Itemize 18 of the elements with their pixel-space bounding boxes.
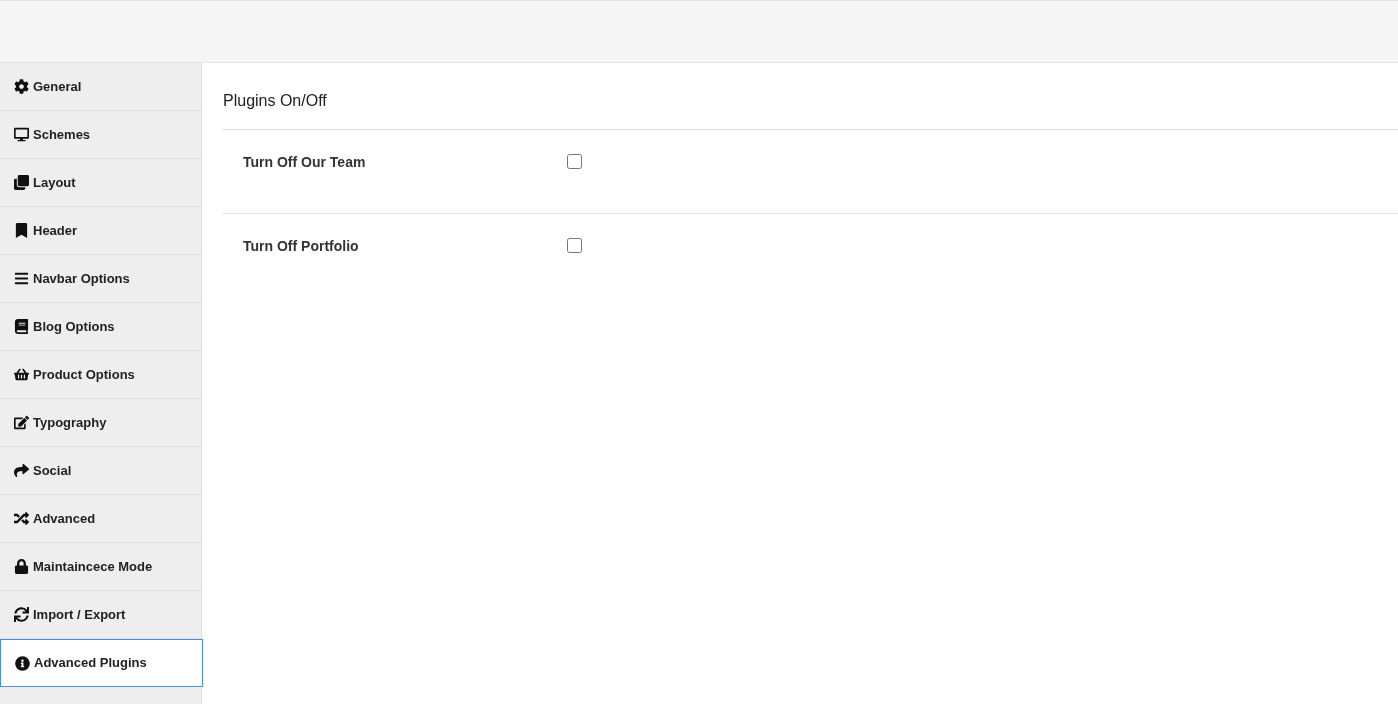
book-icon bbox=[14, 319, 29, 334]
option-checkbox[interactable] bbox=[567, 154, 582, 169]
share-arrow-icon bbox=[14, 463, 29, 478]
option-label: Turn Off Our Team bbox=[243, 153, 367, 172]
stacked-squares-icon bbox=[14, 175, 29, 190]
section-title: Plugins On/Off bbox=[223, 91, 328, 111]
lock-icon bbox=[14, 559, 29, 574]
sidebar-item[interactable]: Advanced Plugins bbox=[0, 639, 203, 687]
refresh-icon bbox=[14, 607, 29, 622]
bookmark-icon bbox=[14, 223, 29, 238]
info-icon bbox=[15, 655, 30, 671]
menu-icon bbox=[14, 271, 29, 286]
shuffle-icon bbox=[14, 511, 29, 526]
edit-icon bbox=[14, 415, 29, 430]
gear-icon bbox=[14, 79, 29, 94]
option-checkbox[interactable] bbox=[567, 238, 582, 253]
monitor-icon bbox=[14, 127, 29, 142]
option-label: Turn Off Portfolio bbox=[243, 237, 360, 256]
